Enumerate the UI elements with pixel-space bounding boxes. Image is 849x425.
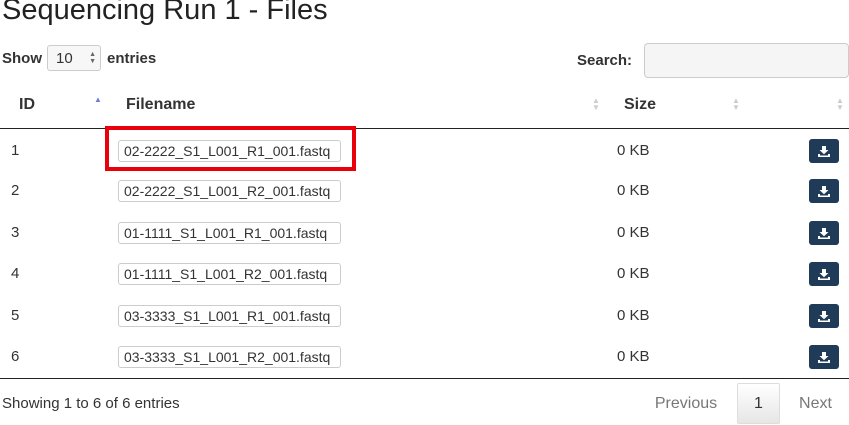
sort-both-icon[interactable]: ▲ ▼ xyxy=(836,97,844,112)
row-id: 5 xyxy=(11,307,20,324)
download-button[interactable] xyxy=(809,262,839,286)
column-header-id[interactable]: ID xyxy=(19,96,35,114)
column-header-filename[interactable]: Filename xyxy=(126,96,195,114)
table-row: 2 02-2222_S1_L001_R2_001.fastq 0 KB xyxy=(0,169,849,210)
download-button[interactable] xyxy=(809,179,839,203)
page-1-button[interactable]: 1 xyxy=(737,383,780,424)
row-id: 2 xyxy=(11,182,20,199)
previous-page-button[interactable]: Previous xyxy=(640,383,732,424)
row-id: 3 xyxy=(11,224,20,241)
file-size: 0 KB xyxy=(617,265,650,282)
download-icon xyxy=(818,268,830,280)
row-id: 1 xyxy=(11,142,20,159)
download-button[interactable] xyxy=(809,139,839,163)
row-id: 4 xyxy=(11,265,20,282)
file-size: 0 KB xyxy=(617,182,650,199)
sort-both-icon[interactable]: ▲ ▼ xyxy=(592,97,600,112)
filename-field[interactable]: 02-2222_S1_L001_R2_001.fastq xyxy=(118,180,341,202)
length-menu: Show 10 ▲ ▼ entries xyxy=(2,45,156,71)
sort-both-icon[interactable]: ▲ ▼ xyxy=(732,97,740,112)
table-info: Showing 1 to 6 of 6 entries xyxy=(2,395,180,412)
filename-field[interactable]: 01-1111_S1_L001_R1_001.fastq xyxy=(118,222,341,244)
table-bottom-border xyxy=(0,378,849,379)
search-input[interactable] xyxy=(644,43,849,78)
download-button[interactable] xyxy=(809,221,839,245)
file-size: 0 KB xyxy=(617,307,650,324)
search-label: Search: xyxy=(577,52,633,69)
file-size: 0 KB xyxy=(617,142,650,159)
entries-per-page-select[interactable]: 10 ▲ ▼ xyxy=(47,45,101,71)
show-label: Show xyxy=(2,49,42,67)
download-button[interactable] xyxy=(809,345,839,369)
file-size: 0 KB xyxy=(617,224,650,241)
download-icon xyxy=(818,227,830,239)
download-icon xyxy=(818,145,830,157)
table-row: 3 01-1111_S1_L001_R1_001.fastq 0 KB xyxy=(0,211,849,252)
filename-field[interactable]: 03-3333_S1_L001_R2_001.fastq xyxy=(118,346,341,368)
entries-label: entries xyxy=(107,49,157,67)
download-button[interactable] xyxy=(809,304,839,328)
sort-ascending-icon[interactable]: ▲ xyxy=(94,96,102,104)
table-row: 6 03-3333_S1_L001_R2_001.fastq 0 KB xyxy=(0,335,849,376)
row-id: 6 xyxy=(11,348,20,365)
page-title: Sequencing Run 1 - Files xyxy=(2,0,328,26)
filename-field[interactable]: 01-1111_S1_L001_R2_001.fastq xyxy=(118,263,341,285)
next-page-button[interactable]: Next xyxy=(784,383,847,424)
table-row: 4 01-1111_S1_L001_R2_001.fastq 0 KB xyxy=(0,252,849,293)
table-row: 5 03-3333_S1_L001_R1_001.fastq 0 KB xyxy=(0,294,849,335)
file-size: 0 KB xyxy=(617,348,650,365)
column-header-size[interactable]: Size xyxy=(624,96,656,114)
highlight-box xyxy=(105,126,356,171)
download-icon xyxy=(818,185,830,197)
download-icon xyxy=(818,351,830,363)
download-icon xyxy=(818,310,830,322)
entries-per-page-value: 10 xyxy=(56,49,73,67)
filename-field[interactable]: 03-3333_S1_L001_R1_001.fastq xyxy=(118,305,341,327)
table-header: ID ▲ Filename ▲ ▼ Size ▲ ▼ ▲ ▼ xyxy=(0,86,849,129)
spinner-arrows-icon: ▲ ▼ xyxy=(89,51,96,65)
